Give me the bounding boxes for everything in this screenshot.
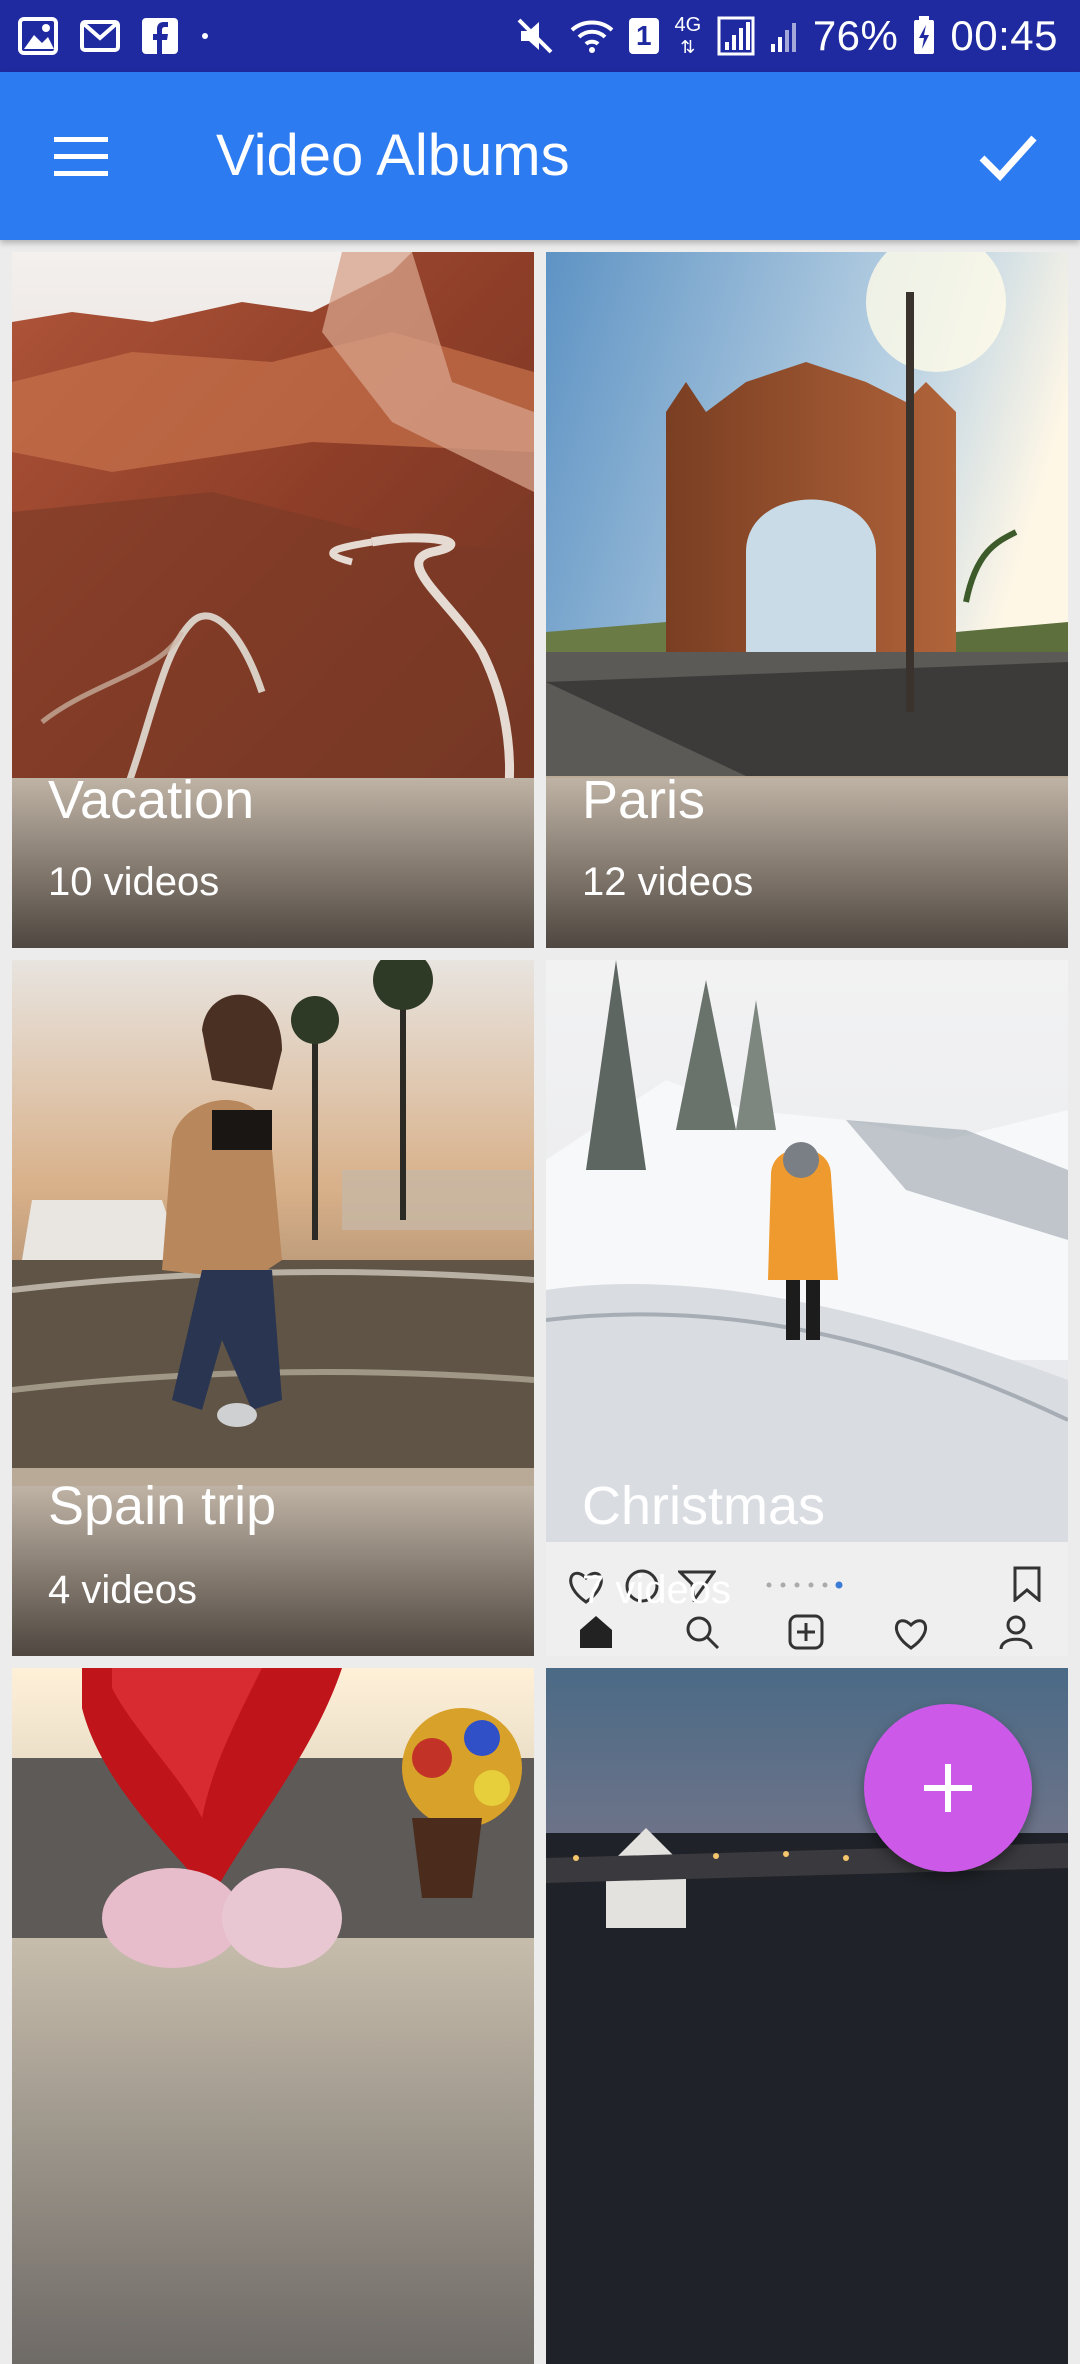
album-card-vacation[interactable]: Vacation 10 videos (12, 252, 534, 948)
sim-badge: 1 (628, 18, 659, 54)
battery-icon (914, 16, 935, 54)
hamburger-menu-icon (54, 137, 108, 176)
album-thumbnail (12, 960, 534, 1468)
gallery-icon (18, 17, 58, 55)
check-icon (979, 135, 1037, 182)
dot-icon (202, 33, 208, 39)
album-title: Vacation (48, 770, 255, 830)
album-thumbnail (12, 252, 534, 802)
album-thumbnail (12, 1668, 534, 2364)
album-title: Spain trip (48, 1476, 277, 1536)
clock: 00:45 (950, 12, 1058, 59)
album-thumbnail (546, 960, 1068, 1550)
album-card-5[interactable] (12, 1668, 534, 2364)
album-card-christmas[interactable]: Christmas 7 videos (546, 960, 1068, 1656)
activity-heart-icon (894, 1619, 928, 1650)
mute-icon (517, 18, 553, 54)
battery-percent: 76% (812, 12, 899, 59)
data-arrows-icon: ⇅ (680, 37, 696, 57)
wifi-icon (570, 20, 614, 53)
status-left-icons (18, 14, 210, 58)
signal-icon-2 (770, 23, 796, 52)
confirm-button[interactable] (976, 124, 1040, 188)
album-video-count: 4 videos (48, 1568, 197, 1612)
search-icon (686, 1616, 720, 1650)
network-type: 4G ⇅ (673, 14, 703, 58)
carousel-dots-icon (766, 1581, 843, 1589)
add-album-button[interactable] (864, 1704, 1032, 1872)
bookmark-icon (1013, 1566, 1041, 1602)
status-bar: 1 4G ⇅ 76% 00:45 (0, 0, 1080, 72)
gmail-icon (80, 20, 120, 52)
album-title: Paris (582, 770, 706, 830)
album-video-count: 12 videos (582, 860, 754, 904)
add-post-icon (788, 1614, 824, 1650)
network-type-label: 4G (674, 14, 702, 36)
album-thumbnail (546, 252, 1068, 776)
album-card-paris[interactable]: Paris 12 videos (546, 252, 1068, 948)
plus-icon (924, 1764, 972, 1812)
status-right-icons: 1 4G ⇅ 76% 00:45 (515, 10, 1058, 62)
album-title: Christmas (582, 1476, 826, 1536)
page-title: Video Albums (216, 123, 570, 188)
home-icon (580, 1616, 612, 1648)
profile-icon (999, 1615, 1033, 1650)
album-video-count: 7 videos (582, 1568, 731, 1612)
menu-button[interactable] (50, 129, 112, 183)
album-card-spain-trip[interactable]: Spain trip 4 videos (12, 960, 534, 1656)
album-video-count: 10 videos (48, 860, 220, 904)
facebook-icon (142, 18, 178, 54)
app-bar: Video Albums (0, 72, 1080, 240)
signal-icon (717, 16, 755, 56)
